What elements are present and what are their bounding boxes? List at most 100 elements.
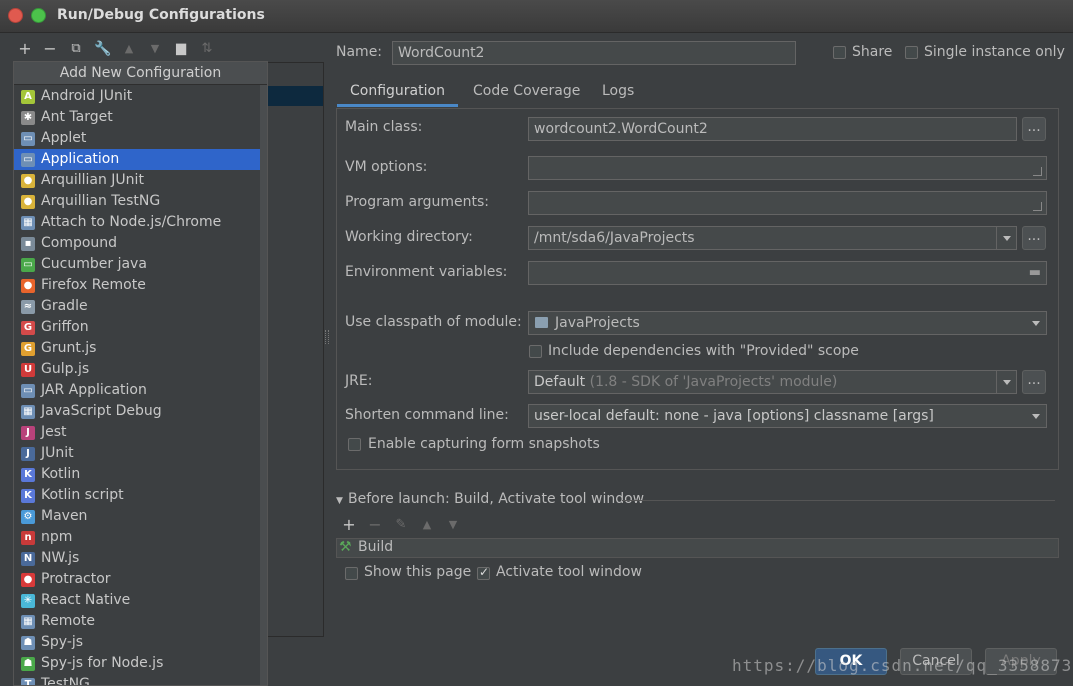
configuration-type-item[interactable]: U Gulp.js [14, 359, 258, 380]
environment-variables-input[interactable]: ▬ [528, 261, 1047, 285]
configuration-type-item[interactable]: N NW.js [14, 548, 258, 569]
share-label: Share [852, 44, 893, 60]
configuration-type-item[interactable]: ▭ Application [14, 149, 267, 170]
edit-task-icon[interactable]: ✎ [392, 516, 410, 534]
collapse-triangle-icon[interactable]: ▼ [336, 496, 343, 506]
configuration-type-item[interactable]: A Android JUnit [14, 86, 258, 107]
program-arguments-input[interactable] [528, 191, 1047, 215]
configuration-type-item[interactable]: ▦ Remote [14, 611, 258, 632]
configuration-type-label: Application [41, 151, 120, 167]
classpath-module-combo[interactable]: JavaProjects [528, 311, 1047, 335]
grunt-icon: G [21, 342, 35, 356]
working-directory-label: Working directory: [345, 229, 473, 245]
configuration-type-item[interactable]: ▭ Cucumber java [14, 254, 258, 275]
sort-icon[interactable]: ⇅ [198, 40, 216, 58]
jre-combo[interactable]: Default (1.8 - SDK of 'JavaProjects' mod… [528, 370, 1017, 394]
gulp-icon: U [21, 363, 35, 377]
move-down-icon[interactable]: ▼ [146, 40, 164, 58]
activate-tool-window-checkbox[interactable] [477, 565, 490, 580]
configuration-type-item[interactable]: ✳ React Native [14, 590, 258, 611]
tab-code-coverage[interactable]: Code Coverage [460, 77, 593, 107]
move-task-down-icon[interactable]: ▼ [444, 516, 462, 534]
include-dependencies-checkbox[interactable] [529, 345, 542, 358]
configuration-type-item[interactable]: ▦ Attach to Node.js/Chrome [14, 212, 258, 233]
window-close-button[interactable] [8, 8, 23, 23]
configuration-type-item[interactable]: ● Arquillian TestNG [14, 191, 258, 212]
expand-icon[interactable] [1033, 167, 1042, 176]
ant-icon: ✱ [21, 111, 35, 125]
configuration-type-item[interactable]: G Griffon [14, 317, 258, 338]
configuration-type-label: Grunt.js [41, 340, 97, 356]
shorten-command-line-combo[interactable]: user-local default: none - java [options… [528, 404, 1047, 428]
configuration-type-label: Gulp.js [41, 361, 90, 377]
nwjs-icon: N [21, 552, 35, 566]
configuration-type-item[interactable]: ▦ JavaScript Debug [14, 401, 258, 422]
show-page-label: Show this page [364, 564, 472, 580]
configuration-type-item[interactable]: ▭ JAR Application [14, 380, 258, 401]
move-task-up-icon[interactable]: ▲ [418, 516, 436, 534]
configuration-type-item[interactable]: G Grunt.js [14, 338, 258, 359]
window-maximize-button[interactable] [31, 8, 46, 23]
configuration-type-item[interactable]: ✱ Ant Target [14, 107, 258, 128]
main-class-browse-button[interactable]: ... [1022, 117, 1046, 141]
chevron-down-icon[interactable] [1026, 405, 1046, 427]
splitter-handle[interactable] [325, 330, 329, 344]
configuration-type-item[interactable]: ● Arquillian JUnit [14, 170, 258, 191]
configuration-type-label: npm [41, 529, 73, 545]
popup-scrollbar[interactable] [260, 85, 267, 685]
folder-icon[interactable]: ▆ [172, 40, 190, 58]
npm-icon: n [21, 531, 35, 545]
configuration-type-item[interactable]: ☗ Spy-js [14, 632, 258, 653]
chevron-down-icon[interactable] [1026, 312, 1046, 334]
show-page-checkbox[interactable] [345, 567, 358, 580]
working-directory-browse-button[interactable]: ... [1022, 226, 1046, 250]
expand-icon[interactable] [1033, 202, 1042, 211]
remove-icon[interactable]: − [41, 40, 59, 58]
working-directory-combo[interactable]: /mnt/sda6/JavaProjects [528, 226, 1017, 250]
configuration-type-item[interactable]: ⚙ Maven [14, 506, 258, 527]
add-icon[interactable]: + [16, 40, 34, 58]
single-instance-label: Single instance only [924, 44, 1065, 60]
move-up-icon[interactable]: ▲ [120, 40, 138, 58]
configuration-type-item[interactable]: J JUnit [14, 443, 258, 464]
configuration-type-item[interactable]: J Jest [14, 422, 258, 443]
share-checkbox[interactable] [833, 46, 846, 59]
folder-icon[interactable]: ▬ [1029, 262, 1041, 284]
jre-browse-button[interactable]: ... [1022, 370, 1046, 394]
configuration-type-item[interactable]: ● Firefox Remote [14, 275, 258, 296]
configuration-type-label: Applet [41, 130, 87, 146]
configuration-type-item[interactable]: T TestNG [14, 674, 258, 685]
remove-task-icon[interactable]: − [366, 516, 384, 534]
configuration-type-item[interactable]: K Kotlin script [14, 485, 258, 506]
configuration-type-item[interactable]: ☗ Spy-js for Node.js [14, 653, 258, 674]
configuration-type-item[interactable]: ▭ Applet [14, 128, 258, 149]
tab-configuration[interactable]: Configuration [337, 77, 458, 107]
chevron-down-icon[interactable] [996, 371, 1016, 393]
vm-options-input[interactable] [528, 156, 1047, 180]
configuration-type-item[interactable]: ≈ Gradle [14, 296, 258, 317]
name-input[interactable]: WordCount2 [392, 41, 796, 65]
chevron-down-icon[interactable] [996, 227, 1016, 249]
copy-icon[interactable]: ⧉ [67, 40, 85, 58]
add-task-icon[interactable]: + [340, 516, 358, 534]
configuration-type-item[interactable]: ▪ Compound [14, 233, 258, 254]
tab-logs[interactable]: Logs [589, 77, 647, 107]
react-native-icon: ✳ [21, 594, 35, 608]
before-launch-label[interactable]: Before launch: Build, Activate tool wind… [348, 491, 644, 507]
window-title: Run/Debug Configurations [57, 7, 265, 23]
arquillian-icon: ● [21, 174, 35, 188]
classpath-module-label: Use classpath of module: [345, 314, 522, 330]
enable-capturing-checkbox[interactable] [348, 438, 361, 451]
configuration-type-item[interactable]: K Kotlin [14, 464, 258, 485]
main-class-input[interactable]: wordcount2.WordCount2 [528, 117, 1017, 141]
configuration-type-label: React Native [41, 592, 131, 608]
configuration-type-label: Cucumber java [41, 256, 147, 272]
build-task-row[interactable] [336, 538, 1059, 558]
configuration-type-item[interactable]: ● Protractor [14, 569, 258, 590]
wrench-icon[interactable]: 🔧 [94, 40, 112, 58]
configuration-type-item[interactable]: n npm [14, 527, 258, 548]
add-configuration-popup: Add New Configuration A Android JUnit ✱ Ant… [13, 61, 268, 686]
tree-selected-row[interactable] [266, 86, 323, 106]
single-instance-checkbox[interactable] [905, 46, 918, 59]
configuration-type-label: Arquillian TestNG [41, 193, 161, 209]
